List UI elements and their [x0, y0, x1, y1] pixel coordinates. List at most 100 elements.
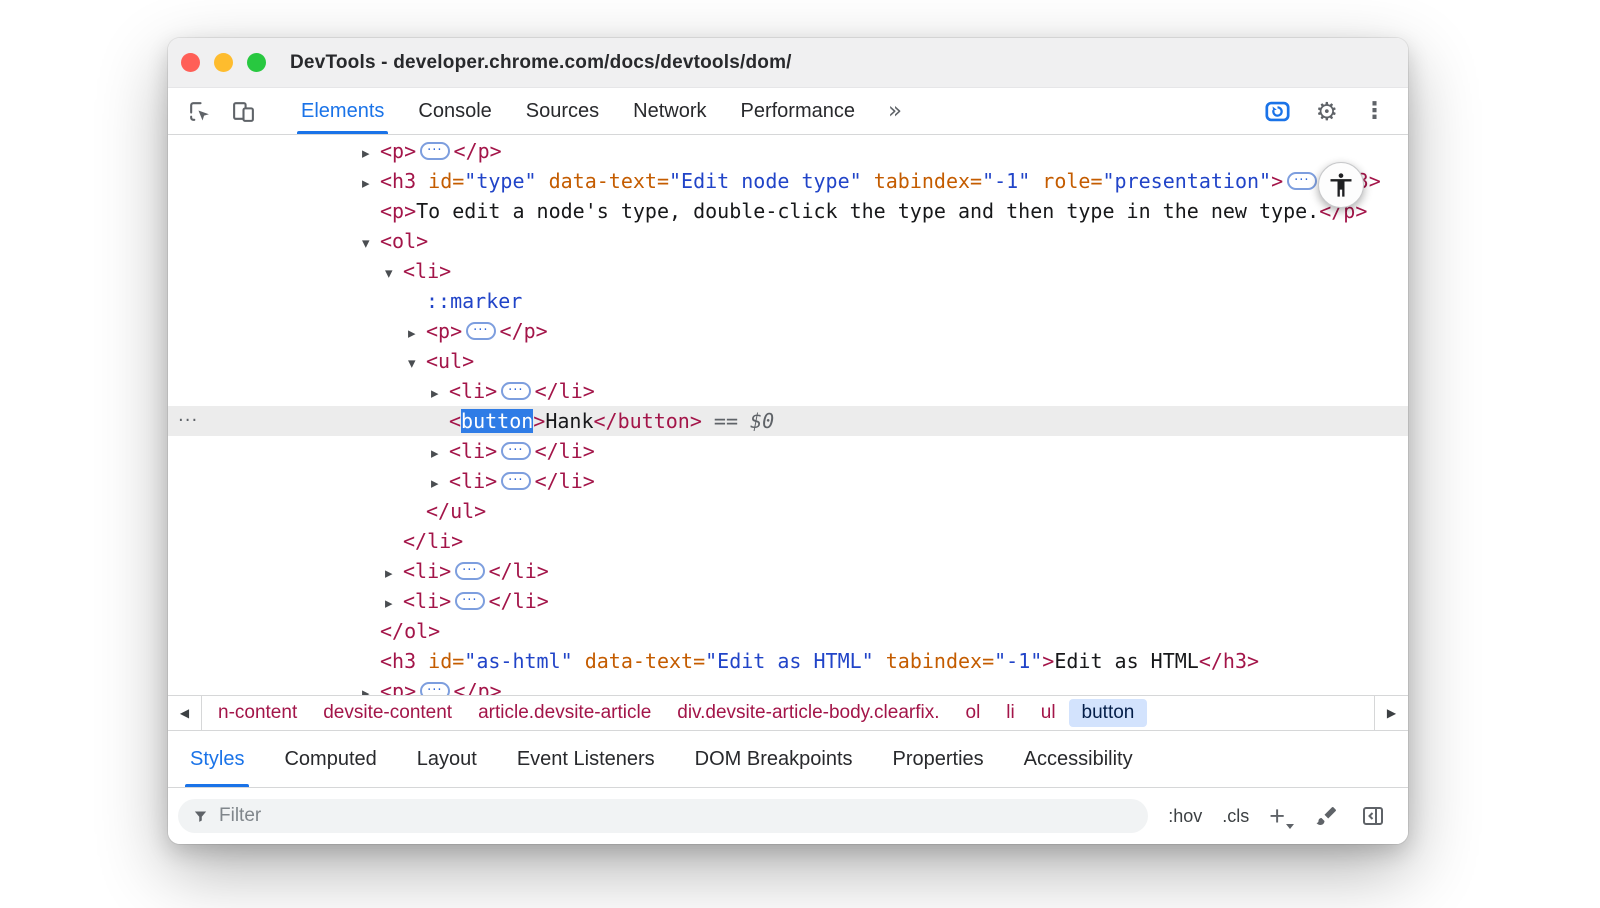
breadcrumb-item-li[interactable]: li — [993, 699, 1027, 727]
collapse-arrow-icon[interactable]: ▾ — [385, 258, 403, 288]
dom-tree-line[interactable]: </ul> — [168, 496, 1408, 526]
styles-tab-styles[interactable]: Styles — [170, 731, 264, 787]
reload-icon[interactable] — [1264, 98, 1291, 125]
row-menu-dots-icon[interactable]: ··· — [178, 406, 198, 436]
menu-kebab-icon[interactable]: ⋮ — [1363, 98, 1386, 124]
font-editor-icon[interactable] — [1314, 803, 1340, 829]
titlebar[interactable]: DevTools - developer.chrome.com/docs/dev… — [168, 38, 1408, 88]
dom-tree-line[interactable]: </ol> — [168, 616, 1408, 646]
tab-console[interactable]: Console — [401, 88, 508, 134]
main-tabs: ElementsConsoleSourcesNetworkPerformance — [284, 88, 872, 134]
expand-ellipsis-button[interactable]: ··· — [420, 682, 449, 696]
attribute-name-token: tabindex= — [862, 169, 982, 193]
dom-tree-line[interactable]: ▸<li>···</li> — [168, 376, 1408, 406]
text-node-token: Hank — [545, 409, 593, 433]
dom-tree-line[interactable]: ▾<ol> — [168, 226, 1408, 256]
attribute-value-token: "as-html" — [464, 649, 572, 673]
attribute-value-token: "presentation" — [1103, 169, 1272, 193]
expand-arrow-icon[interactable]: ▸ — [431, 468, 449, 498]
dom-tree-line[interactable]: ···<button>Hank</button> == $0 — [168, 406, 1408, 436]
breadcrumb-item-button[interactable]: button — [1069, 699, 1148, 727]
dom-tree-line[interactable]: </li> — [168, 526, 1408, 556]
close-window-button[interactable] — [181, 53, 200, 72]
dom-tree-line[interactable]: ▸<p>···</p> — [168, 676, 1408, 695]
attribute-name-token: role= — [1030, 169, 1102, 193]
expand-arrow-icon[interactable]: ▸ — [362, 168, 380, 198]
breadcrumb-item-n-content[interactable]: n-content — [205, 699, 310, 727]
expand-arrow-icon[interactable]: ▸ — [362, 678, 380, 695]
breadcrumb-item-ol[interactable]: ol — [953, 699, 994, 727]
dom-tree-line[interactable]: ▸<li>···</li> — [168, 586, 1408, 616]
tab-sources[interactable]: Sources — [509, 88, 616, 134]
styles-tab-event-listeners[interactable]: Event Listeners — [497, 731, 675, 787]
dom-tree-line[interactable]: ▾<ul> — [168, 346, 1408, 376]
zoom-window-button[interactable] — [247, 53, 266, 72]
tag-name-editing-selection[interactable]: button — [461, 409, 533, 433]
toggle-class-button[interactable]: .cls — [1222, 806, 1249, 827]
tab-network[interactable]: Network — [616, 88, 723, 134]
expand-arrow-icon[interactable]: ▸ — [431, 378, 449, 408]
attribute-value-token: "-1" — [982, 169, 1030, 193]
expand-arrow-icon[interactable]: ▸ — [408, 318, 426, 348]
breadcrumb-item-devsite-content[interactable]: devsite-content — [310, 699, 465, 727]
new-style-rule-button[interactable]: + — [1269, 803, 1294, 830]
expand-ellipsis-button[interactable]: ··· — [455, 592, 484, 610]
text-node-token: Edit as HTML — [1054, 649, 1199, 673]
expand-arrow-icon[interactable]: ▸ — [362, 138, 380, 168]
tag-token: <p> — [426, 319, 462, 343]
tab-elements[interactable]: Elements — [284, 88, 401, 134]
toggle-element-state-button[interactable]: :hov — [1168, 806, 1202, 827]
dom-tree-line[interactable]: ▸<p>··· </p> — [168, 316, 1408, 346]
styles-tab-properties[interactable]: Properties — [873, 731, 1004, 787]
expand-ellipsis-button[interactable]: ··· — [455, 562, 484, 580]
toggle-computed-sidebar-icon[interactable] — [1360, 803, 1386, 829]
dom-tree-line[interactable]: ▸<li>··· </li> — [168, 436, 1408, 466]
expand-ellipsis-button[interactable]: ··· — [466, 322, 495, 340]
minimize-window-button[interactable] — [214, 53, 233, 72]
expand-ellipsis-button[interactable]: ··· — [420, 142, 449, 160]
expand-arrow-icon[interactable]: ▸ — [385, 558, 403, 588]
styles-tab-accessibility[interactable]: Accessibility — [1004, 731, 1153, 787]
breadcrumb-scroll-right-button[interactable]: ▶ — [1374, 696, 1408, 730]
pseudo-element-token: ::marker — [426, 289, 522, 313]
dom-tree-line[interactable]: ▸<h3 id="type" data-text="Edit node type… — [168, 166, 1408, 196]
attribute-value-token: "Edit as HTML" — [705, 649, 874, 673]
attribute-name-token: data-text= — [537, 169, 669, 193]
inspect-icon[interactable] — [186, 98, 213, 125]
device-toolbar-icon[interactable] — [230, 98, 257, 125]
expand-ellipsis-button[interactable]: ··· — [501, 382, 530, 400]
expand-arrow-icon[interactable]: ▸ — [385, 588, 403, 618]
dom-tree-line[interactable]: <p>To edit a node's type, double-click t… — [168, 196, 1408, 226]
tag-token: </button> — [594, 409, 702, 433]
styles-tab-layout[interactable]: Layout — [397, 731, 497, 787]
breadcrumb-item-div-devsite-article-body-clearfix[interactable]: div.devsite-article-body.clearfix. — [664, 699, 952, 727]
filter-text-input[interactable] — [219, 805, 1134, 827]
breadcrumb-scroll-left-button[interactable]: ◀ — [168, 696, 202, 730]
text-node-token: To edit a node's type, double-click the … — [416, 199, 1319, 223]
dom-tree-line[interactable]: ::marker — [168, 286, 1408, 316]
expand-arrow-icon[interactable]: ▸ — [431, 438, 449, 468]
dom-tree-line[interactable]: ▾<li> — [168, 256, 1408, 286]
tab-performance[interactable]: Performance — [724, 88, 873, 134]
dom-tree-line[interactable]: <h3 id="as-html" data-text="Edit as HTML… — [168, 646, 1408, 676]
expand-ellipsis-button[interactable]: ··· — [501, 442, 530, 460]
dom-tree-line[interactable]: ▸<li>···</li> — [168, 556, 1408, 586]
tag-token: </li> — [535, 439, 595, 463]
expand-ellipsis-button[interactable]: ··· — [1287, 172, 1316, 190]
more-tabs-icon[interactable]: » — [888, 98, 902, 124]
collapse-arrow-icon[interactable]: ▾ — [362, 228, 380, 258]
dom-tree-line[interactable]: ▸<p>···</p> — [168, 136, 1408, 166]
dom-tree-line[interactable]: ▸<li>···</li> — [168, 466, 1408, 496]
styles-tab-dom-breakpoints[interactable]: DOM Breakpoints — [675, 731, 873, 787]
styles-tab-computed[interactable]: Computed — [264, 731, 396, 787]
tag-token: <h3 — [380, 169, 416, 193]
tag-token: </p> — [500, 319, 548, 343]
tag-token: <li> — [449, 439, 497, 463]
breadcrumb-item-article-devsite-article[interactable]: article.devsite-article — [465, 699, 664, 727]
collapse-arrow-icon[interactable]: ▾ — [408, 348, 426, 378]
attribute-value-token: "type" — [464, 169, 536, 193]
settings-gear-icon[interactable]: ⚙ — [1316, 97, 1338, 126]
breadcrumb-item-ul[interactable]: ul — [1028, 699, 1069, 727]
expand-ellipsis-button[interactable]: ··· — [501, 472, 530, 490]
filter-input[interactable] — [178, 799, 1148, 833]
